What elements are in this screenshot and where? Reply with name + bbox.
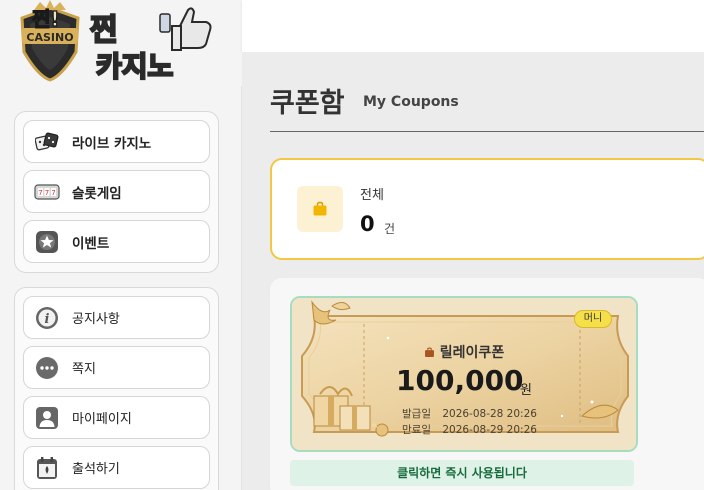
bag-icon — [424, 346, 435, 362]
issued-value: 2026-08-28 20:26 — [442, 408, 537, 420]
sidebar-item-notice[interactable]: i 공지사항 — [23, 296, 210, 339]
svg-text:i: i — [45, 312, 50, 327]
coupon-currency: 원 — [520, 383, 532, 398]
message-icon — [34, 355, 60, 381]
sidebar-item-attendance[interactable]: 출석하기 — [23, 446, 210, 489]
sidebar-item-label: 슬롯게임 — [72, 185, 122, 202]
main-content: 쿠폰함 My Coupons 전체 0 건 머니 릴레이쿠폰 100,000 원… — [242, 52, 704, 490]
svg-text:찐!: 찐! — [32, 7, 60, 31]
coupon-card[interactable]: 머니 릴레이쿠폰 100,000 원 발급일 2026-08-28 20:26 … — [290, 296, 638, 452]
primary-menu: 라이브 카지노 7 7 7 슬롯게임 이벤트 — [14, 111, 219, 273]
coupon-list: 머니 릴레이쿠폰 100,000 원 발급일 2026-08-28 20:26 … — [270, 278, 704, 490]
svg-text:카지노: 카지노 — [96, 50, 173, 83]
expires-value: 2026-08-29 20:26 — [442, 424, 537, 436]
secondary-menu: i 공지사항 쪽지 마이페이지 출석하기 — [14, 287, 219, 490]
top-bar — [242, 0, 704, 52]
title-divider — [270, 131, 704, 132]
calendar-icon — [34, 455, 60, 481]
coupon-name: 릴레이쿠폰 — [292, 342, 636, 362]
sidebar-item-live-casino[interactable]: 라이브 카지노 — [23, 120, 210, 163]
site-logo[interactable]: CASINO 찐! 찐 카지노 — [0, 0, 242, 86]
sidebar-item-messages[interactable]: 쪽지 — [23, 346, 210, 389]
summary-label: 전체 — [360, 188, 384, 203]
issued-date-row: 발급일 2026-08-28 20:26 — [402, 406, 537, 421]
coupon-type-badge: 머니 — [574, 310, 612, 328]
bag-icon — [297, 186, 343, 232]
svg-text:7: 7 — [38, 189, 42, 197]
use-coupon-button[interactable]: 클릭하면 즉시 사용됩니다 — [290, 460, 634, 486]
sidebar-item-label: 공지사항 — [72, 312, 120, 327]
user-icon — [34, 405, 60, 431]
star-icon — [34, 229, 60, 255]
sidebar-item-label: 이벤트 — [72, 235, 110, 252]
expires-label: 만료일 — [402, 424, 431, 436]
slot-machine-icon: 7 7 7 — [34, 179, 60, 205]
page-title: 쿠폰함 — [270, 88, 345, 119]
svg-text:찐: 찐 — [90, 13, 118, 48]
summary-unit: 건 — [384, 222, 396, 236]
sidebar: CASINO 찐! 찐 카지노 라이브 카지노 7 7 7 슬롯게임 이벤트 i… — [0, 0, 242, 490]
coupon-name-text: 릴레이쿠폰 — [439, 345, 505, 361]
info-icon: i — [34, 305, 60, 331]
coupon-summary-card: 전체 0 건 — [270, 158, 704, 260]
sidebar-item-event[interactable]: 이벤트 — [23, 220, 210, 263]
svg-text:7: 7 — [51, 189, 55, 197]
sidebar-item-label: 쪽지 — [72, 362, 96, 377]
sidebar-item-slot-game[interactable]: 7 7 7 슬롯게임 — [23, 170, 210, 213]
coupon-amount: 100,000 — [396, 364, 524, 397]
expires-date-row: 만료일 2026-08-29 20:26 — [402, 422, 537, 437]
page-subtitle: My Coupons — [363, 94, 459, 110]
issued-label: 발급일 — [402, 408, 431, 420]
sidebar-item-label: 라이브 카지노 — [72, 135, 152, 152]
dice-icon — [34, 129, 60, 155]
svg-text:7: 7 — [45, 189, 49, 197]
svg-text:CASINO: CASINO — [26, 31, 73, 44]
summary-count: 0 — [360, 212, 375, 236]
casino-logo-icon: CASINO 찐! 찐 카지노 — [20, 0, 212, 84]
sidebar-item-label: 출석하기 — [72, 462, 120, 477]
sidebar-item-label: 마이페이지 — [72, 412, 132, 427]
sidebar-item-mypage[interactable]: 마이페이지 — [23, 396, 210, 439]
